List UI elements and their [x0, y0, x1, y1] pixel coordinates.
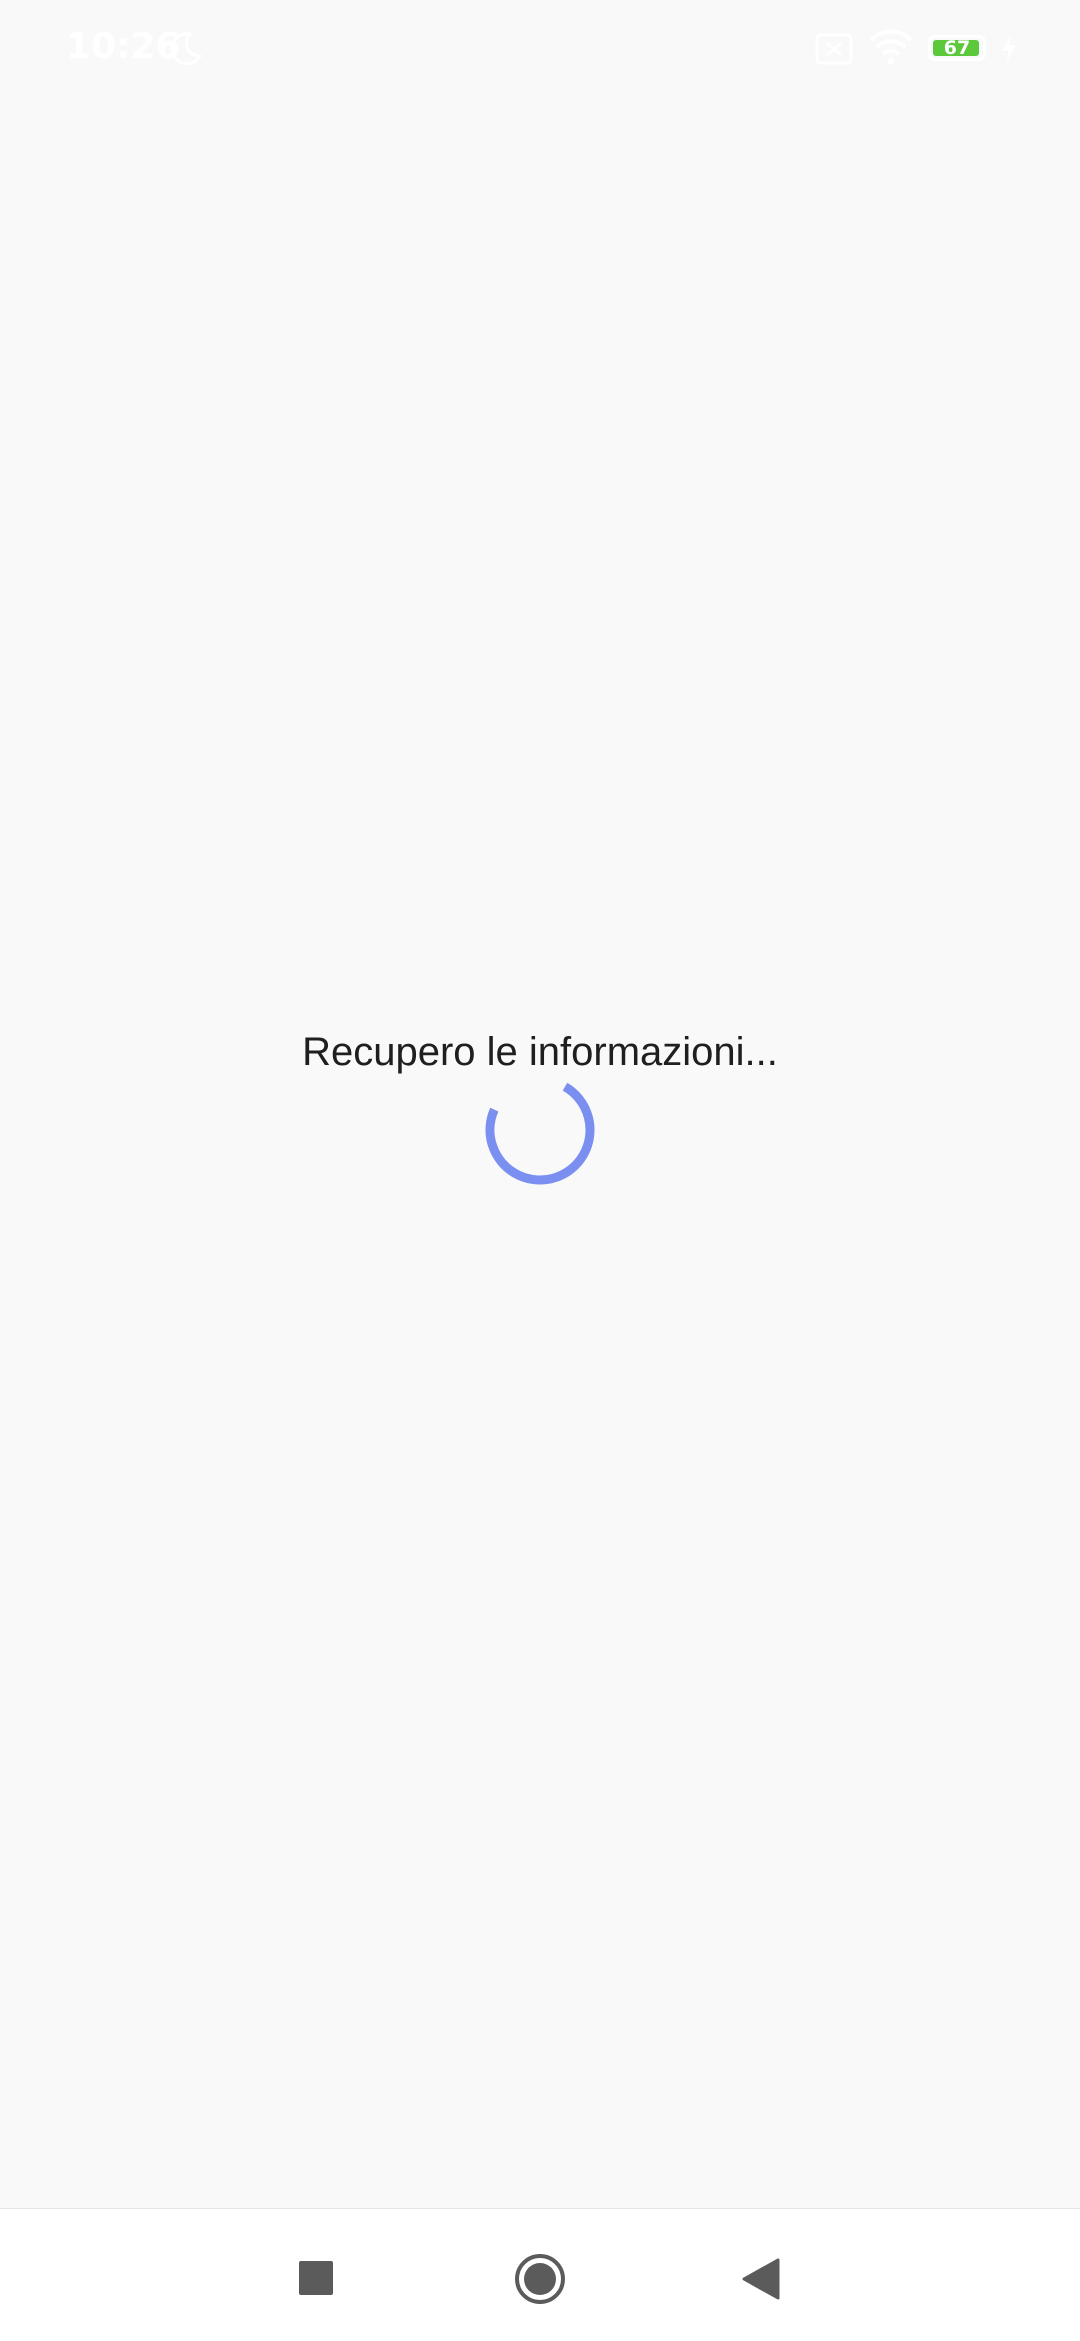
back-button[interactable]: [740, 2257, 782, 2301]
loading-spinner: [485, 1075, 595, 1185]
moon-icon: [170, 32, 203, 66]
home-button[interactable]: [513, 2252, 567, 2306]
navigation-bar: [0, 2208, 1080, 2341]
battery-icon: 67: [928, 35, 986, 61]
loading-text: Recupero le informazioni...: [302, 1030, 778, 1074]
recent-apps-button[interactable]: [299, 2261, 333, 2295]
bolt-icon: [1002, 35, 1016, 63]
status-time: 10:26: [66, 26, 181, 67]
status-bar: 10:26 67: [0, 0, 1080, 100]
wifi-icon: [869, 29, 913, 65]
sim-icon: [815, 33, 853, 65]
battery-level: 67: [943, 37, 971, 59]
